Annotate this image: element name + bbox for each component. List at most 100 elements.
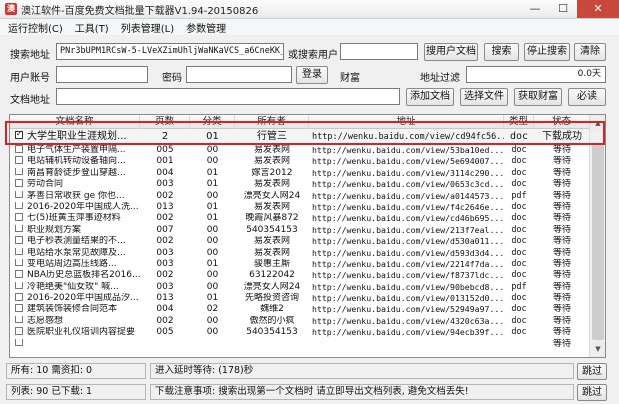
cell-status: 等待 bbox=[552, 327, 571, 338]
doc-name: 南昌育龄徒步登山穿越... bbox=[27, 167, 126, 178]
select-file-button[interactable]: 选择文件 bbox=[460, 88, 508, 106]
password-input[interactable] bbox=[186, 66, 292, 83]
table-row[interactable]: 南昌育龄徒步登山穿越... 004 01 嫁言2012 http://wenku.bai… bbox=[10, 167, 590, 179]
search-address-input[interactable]: PNr3bUPM1RCsW-5-LVeXZimUhljWaNKaVCS_a6Cn… bbox=[56, 43, 284, 60]
menu-run-control[interactable]: 运行控制(C) bbox=[0, 20, 67, 35]
cell-owner: 540354153 bbox=[246, 327, 298, 338]
table-row[interactable]: 等待 bbox=[10, 338, 590, 350]
row-checkbox[interactable] bbox=[15, 315, 23, 324]
menu-tools[interactable]: 工具(T) bbox=[67, 20, 113, 35]
table-row[interactable]: 大学生职业生涯规划... 2 01 行管三 http://wenku.baidu.com… bbox=[10, 129, 590, 145]
scroll-thumb[interactable] bbox=[592, 145, 604, 340]
skip-button-bottom[interactable]: 跳过 bbox=[577, 384, 607, 401]
cell-cat: 01 bbox=[206, 213, 219, 224]
table-row[interactable]: 建筑装饰装修合同范本 004 02 魏维2 http://wenku.baidu.com… bbox=[10, 304, 590, 315]
doc-address-input[interactable] bbox=[56, 88, 400, 105]
row-checkbox[interactable] bbox=[15, 338, 23, 347]
menu-params[interactable]: 参数管理 bbox=[178, 20, 230, 35]
header-category[interactable]: 分类 bbox=[190, 115, 235, 129]
table-row[interactable]: 茅善日常收获 ge 你也... 002 00 漂亮女人网24 http://wenku.… bbox=[10, 190, 590, 202]
header-pages[interactable]: 页数 bbox=[140, 115, 190, 129]
table-row[interactable]: 电子秒表测量结果的不... 002 00 易发表网 http://wenku.baidu… bbox=[10, 236, 590, 247]
row-checkbox[interactable] bbox=[15, 224, 23, 233]
cell-url: http://wenku.baidu.com/view/5e694007... bbox=[312, 156, 504, 167]
row-checkbox[interactable] bbox=[15, 213, 23, 221]
header-address[interactable]: 地址 bbox=[309, 115, 504, 129]
table-row[interactable]: 志愿感想 002 00 傲然的小疯 http://wenku.baidu.com/vie… bbox=[10, 315, 590, 327]
table-row[interactable]: 变电站周边高压线路... 003 01 骏惠主厮 http://wenku.baidu.… bbox=[10, 258, 590, 270]
scroll-down-icon[interactable]: ▼ bbox=[590, 341, 605, 357]
table-row[interactable]: NBA历史总篮板排名2016... 002 00 63122042 http://wen… bbox=[10, 270, 590, 281]
scroll-up-icon[interactable]: ▲ bbox=[590, 115, 605, 131]
login-button[interactable]: 登录 bbox=[296, 66, 328, 84]
cell-status: 等待 bbox=[552, 281, 571, 292]
search-button[interactable]: 搜索 bbox=[484, 43, 519, 61]
cell-status: 等待 bbox=[552, 190, 571, 201]
row-checkbox[interactable] bbox=[15, 145, 23, 153]
status-list: 列表: 90 已下载: 1 bbox=[6, 384, 146, 400]
row-checkbox[interactable] bbox=[15, 258, 23, 267]
cell-owner: 易发表网 bbox=[253, 156, 290, 167]
vertical-scrollbar[interactable]: ▲ ▼ bbox=[589, 115, 605, 357]
table-row[interactable]: 2016-2020年中国成品汐... 013 01 先略投资咨询 http://wenk… bbox=[10, 293, 590, 304]
table-row[interactable]: 2016-2020年中国成人洗... 013 01 易发表网 http://wenku.… bbox=[10, 201, 590, 213]
cell-type: doc bbox=[511, 236, 527, 247]
header-status[interactable]: 状态 bbox=[534, 115, 590, 129]
row-checkbox[interactable] bbox=[15, 247, 23, 256]
cell-name: 医院职业礼仪培训内容提要 bbox=[12, 327, 140, 338]
row-checkbox[interactable] bbox=[15, 304, 23, 312]
cell-owner: 傲然的小疯 bbox=[249, 315, 295, 326]
row-checkbox[interactable] bbox=[15, 270, 23, 278]
row-checkbox[interactable] bbox=[15, 129, 23, 139]
table-row[interactable]: 电子气体生产装置申隔... 005 00 易发表网 http://wenku.baidu… bbox=[10, 145, 590, 156]
table-row[interactable]: 电站给水泵常见故障及... 003 00 易发表网 http://wenku.baidu… bbox=[10, 247, 590, 259]
minimize-icon[interactable]: — bbox=[521, 0, 549, 18]
header-type[interactable]: 类型 bbox=[504, 115, 534, 129]
table-row[interactable]: 职业规划方案 007 00 540354153 http://wenku.baidu.c… bbox=[10, 224, 590, 236]
must-read-button[interactable]: 必读 bbox=[568, 88, 606, 106]
row-checkbox[interactable] bbox=[15, 293, 23, 301]
doc-name: NBA历史总篮板排名2016... bbox=[27, 270, 140, 281]
filter-input[interactable]: 0.0天 bbox=[466, 66, 606, 83]
cell-status: 等待 bbox=[552, 270, 571, 281]
table-row[interactable]: 电站辅机转动设备轴向... 001 00 易发表网 http://wenku.baidu… bbox=[10, 156, 590, 167]
search-user-docs-button[interactable]: 搜用户文档 bbox=[424, 43, 478, 61]
cell-type: doc bbox=[511, 167, 527, 178]
row-checkbox[interactable] bbox=[15, 179, 23, 187]
close-icon[interactable]: ✕ bbox=[577, 0, 619, 18]
row-checkbox[interactable] bbox=[15, 327, 23, 335]
table-row[interactable]: 医院职业礼仪培训内容提要 005 00 540354153 http://wenku.b… bbox=[10, 327, 590, 338]
skip-button-top[interactable]: 跳过 bbox=[577, 363, 607, 380]
cell-owner: 骏惠主厮 bbox=[253, 258, 290, 269]
stop-search-button[interactable]: 停止搜索 bbox=[524, 43, 570, 61]
app-icon: 澳 bbox=[5, 3, 17, 15]
cell-status: 等待 bbox=[552, 167, 571, 178]
row-checkbox[interactable] bbox=[15, 201, 23, 210]
table-row[interactable]: 冷艳绝美"仙女玫" 喊... 003 00 漂亮女人网24 http://wenku.b… bbox=[10, 281, 590, 293]
header-owner[interactable]: 所有者 bbox=[235, 115, 309, 129]
cell-owner: 漂亮女人网24 bbox=[243, 190, 301, 201]
add-doc-button[interactable]: 添加文档 bbox=[406, 88, 454, 106]
cell-cat: 00 bbox=[206, 190, 219, 201]
doc-name: 职业规划方案 bbox=[27, 224, 82, 235]
clear-button[interactable]: 清除 bbox=[574, 43, 606, 61]
table-row[interactable]: 七(5)班黄玉萍事迹材料 002 01 晚霞风暴872 http://wenku.bai… bbox=[10, 213, 590, 224]
row-checkbox[interactable] bbox=[15, 156, 23, 164]
account-input[interactable] bbox=[56, 66, 148, 83]
search-user-input[interactable] bbox=[340, 43, 418, 60]
header-name[interactable]: 文档名称 bbox=[10, 115, 140, 129]
cell-cat: 00 bbox=[206, 156, 219, 167]
cell-pages: 002 bbox=[156, 315, 174, 326]
table-row[interactable]: 劳动合同 003 01 易发表网 http://wenku.baidu.com/view… bbox=[10, 179, 590, 190]
row-checkbox[interactable] bbox=[15, 236, 23, 244]
cell-url: http://wenku.baidu.com/view/a0144573... bbox=[312, 190, 504, 201]
document-table: 文档名称 页数 分类 所有者 地址 类型 状态 大学生职业生涯规划... 2 01 行… bbox=[9, 114, 606, 358]
row-checkbox[interactable] bbox=[15, 281, 23, 290]
get-wealth-button[interactable]: 获取财富 bbox=[514, 88, 562, 106]
row-checkbox[interactable] bbox=[15, 190, 23, 199]
maximize-icon[interactable]: ☐ bbox=[549, 0, 577, 18]
cell-status: 下载成功 bbox=[542, 131, 582, 142]
cell-url: http://wenku.baidu.com/view/213f7eal... bbox=[312, 224, 504, 235]
row-checkbox[interactable] bbox=[15, 167, 23, 176]
menu-list-management[interactable]: 列表管理(L) bbox=[113, 20, 178, 35]
